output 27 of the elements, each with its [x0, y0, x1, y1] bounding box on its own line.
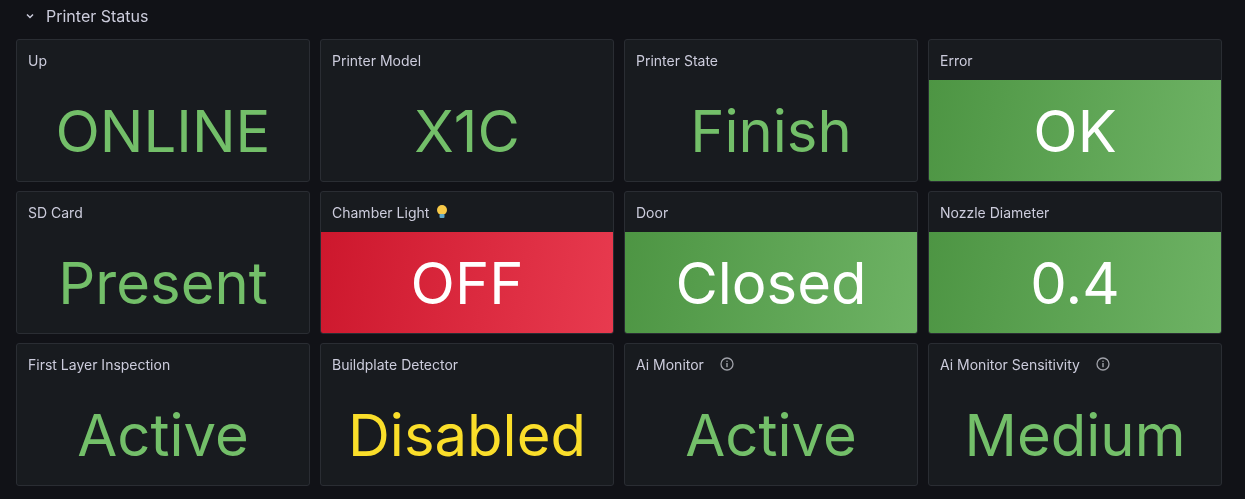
panel-title: Ai Monitor Sensitivity — [940, 355, 1080, 373]
panel-title: First Layer Inspection — [28, 355, 171, 373]
panel-title: Buildplate Detector — [332, 355, 459, 373]
stat-value: X1C — [414, 101, 520, 160]
stat-value: Medium — [964, 405, 1186, 464]
section-title[interactable]: Printer Status — [46, 6, 149, 26]
stat-value: OK — [1033, 101, 1117, 160]
info-icon[interactable] — [719, 357, 734, 371]
stat-value: Active — [685, 405, 857, 464]
stat-value: ONLINE — [55, 101, 271, 160]
stat-value: Present — [58, 253, 268, 312]
panel-title: Chamber Light — [332, 203, 430, 221]
info-icon[interactable] — [1095, 357, 1110, 371]
panel-title: SD Card — [28, 203, 83, 221]
panel-title: Printer State — [636, 51, 718, 69]
stat-value: OFF — [410, 253, 524, 312]
panel-title: Up — [28, 51, 47, 69]
stat-value: Closed — [675, 253, 867, 312]
stat-value: Active — [77, 405, 249, 464]
stat-value: Finish — [690, 101, 852, 160]
panel-title: Door — [636, 203, 669, 221]
panel-title: Ai Monitor — [636, 355, 704, 373]
stat-value: 0.4 — [1030, 253, 1120, 312]
panel-title: Printer Model — [332, 51, 422, 69]
stat-value: Disabled — [348, 405, 586, 464]
panel-title: Error — [940, 51, 973, 69]
panel-title: Nozzle Diameter — [940, 203, 1050, 221]
